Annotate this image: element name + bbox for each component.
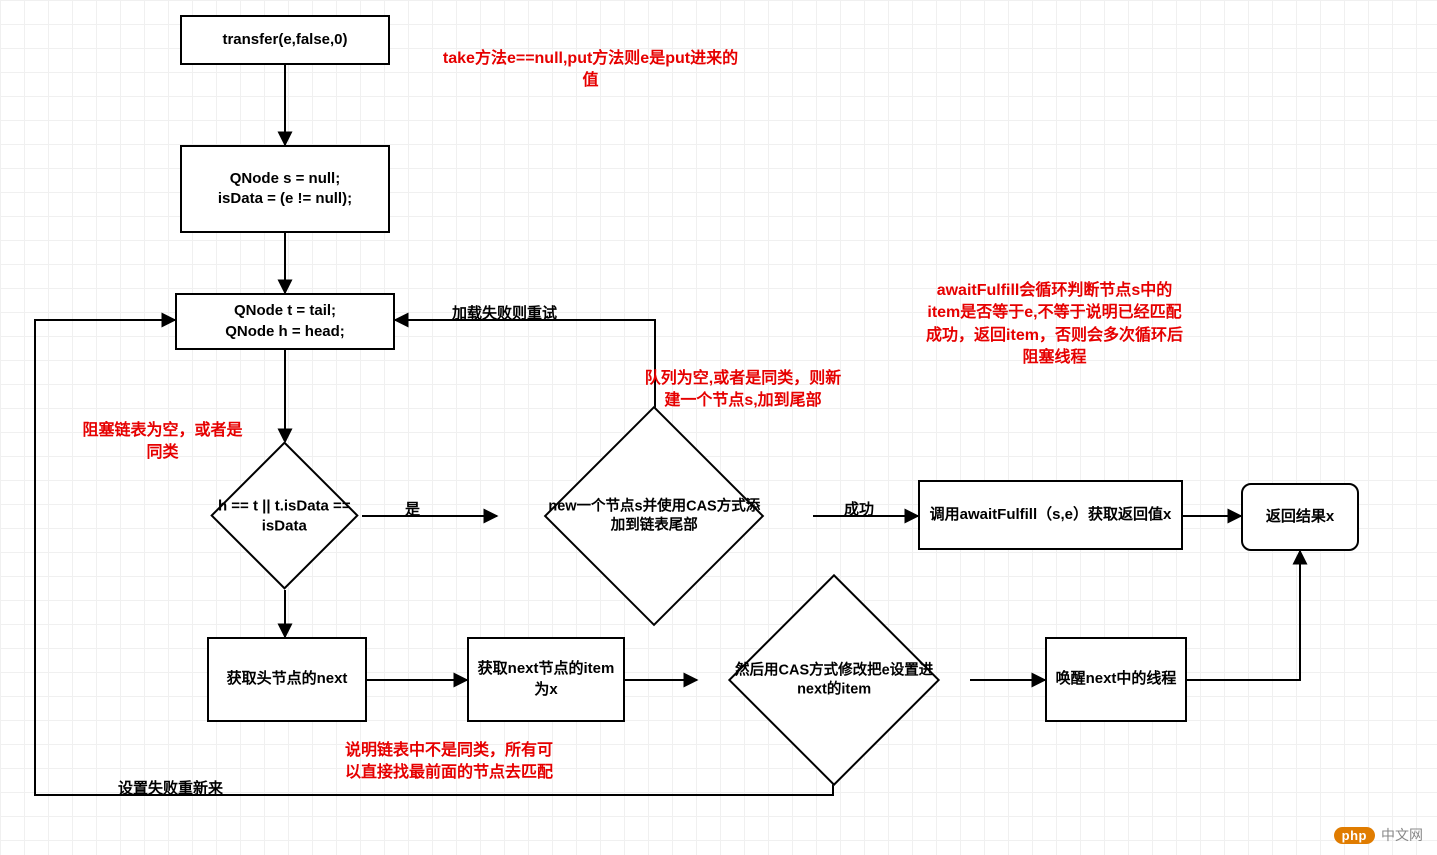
node-label: 唤醒next中的线程 (1056, 669, 1177, 689)
edge-label-retry-load: 加载失败则重试 (452, 302, 557, 323)
annotation-queue-empty: 队列为空,或者是同类，则新建一个节点s,加到尾部 (643, 368, 843, 413)
node-wake-next: 唤醒next中的线程 (1045, 637, 1187, 722)
node-label: transfer(e,false,0) (222, 30, 347, 50)
annotation-awaitfulfill: awaitFulfill会循环判断节点s中的item是否等于e,不等于说明已经匹… (922, 280, 1187, 370)
node-return-x: 返回结果x (1241, 483, 1359, 551)
node-label: 获取头节点的next (227, 669, 348, 689)
node-get-head-next: 获取头节点的next (207, 637, 367, 722)
annotation-empty-or-same: 阻塞链表为空，或者是同类 (80, 420, 245, 465)
annotation-match-front: 说明链表中不是同类，所有可以直接找最前面的节点去匹配 (339, 740, 559, 785)
node-label: 返回结果x (1266, 507, 1334, 527)
watermark-logo: php (1334, 827, 1375, 844)
watermark-text: 中文网 (1381, 825, 1423, 845)
watermark: php 中文网 (1334, 825, 1423, 845)
node-label: 调用awaitFulfill（s,e）获取返回值x (930, 505, 1172, 525)
node-label: QNode s = null; isData = (e != null); (218, 169, 352, 210)
node-transfer: transfer(e,false,0) (180, 15, 390, 65)
decision-label: h == t || t.isData == isData (214, 496, 355, 535)
node-qnode-th: QNode t = tail; QNode h = head; (175, 293, 395, 350)
edge-label-success: 成功 (844, 498, 874, 519)
annotation-take-put: take方法e==null,put方法则e是put进来的值 (438, 48, 743, 93)
node-awaitfulfill: 调用awaitFulfill（s,e）获取返回值x (918, 480, 1183, 550)
node-get-next-item: 获取next节点的item为x (467, 637, 625, 722)
node-label: QNode t = tail; QNode h = head; (225, 301, 345, 342)
node-label: 获取next节点的item为x (477, 659, 615, 700)
decision-label: 然后用CAS方式修改把e设置进next的item (732, 661, 936, 699)
edge-label-yes: 是 (405, 498, 420, 519)
node-qnode-s: QNode s = null; isData = (e != null); (180, 145, 390, 233)
edge-label-retry-set: 设置失败重新来 (118, 777, 223, 798)
decision-label: new一个节点s并使用CAS方式添加到链表尾部 (548, 497, 761, 535)
